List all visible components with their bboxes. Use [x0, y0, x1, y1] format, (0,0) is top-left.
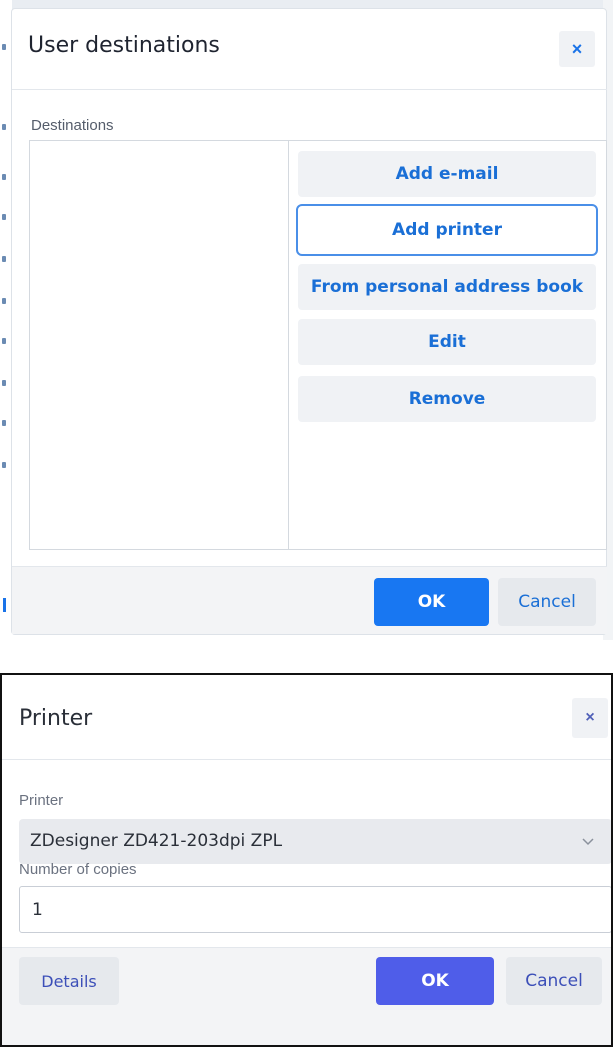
close-button[interactable]: × [559, 31, 595, 67]
cancel-button[interactable]: Cancel [506, 957, 602, 1005]
header-divider [2, 759, 611, 760]
background-mark [2, 380, 6, 386]
printer-select[interactable]: ZDesigner ZD421-203dpi ZPL [19, 819, 611, 864]
remove-button[interactable]: Remove [298, 376, 596, 422]
background-mark [2, 214, 6, 220]
add-printer-button[interactable]: Add printer [296, 204, 598, 256]
chevron-down-icon [582, 838, 594, 846]
destinations-list[interactable] [30, 141, 289, 549]
header-divider [12, 89, 607, 90]
background-mark [2, 256, 6, 262]
edit-button[interactable]: Edit [298, 319, 596, 365]
background-mark [2, 124, 6, 130]
dialog-title: User destinations [28, 33, 220, 58]
cancel-button[interactable]: Cancel [498, 578, 596, 626]
ok-button[interactable]: OK [374, 578, 489, 626]
copies-label: Number of copies [19, 861, 137, 878]
ok-button[interactable]: OK [376, 957, 494, 1005]
background-mark [3, 598, 6, 612]
background-mark [2, 420, 6, 426]
background-mark [2, 44, 6, 50]
background-mark [2, 174, 6, 180]
destinations-label: Destinations [31, 117, 114, 134]
background-mark [2, 298, 6, 304]
printer-label: Printer [19, 792, 64, 809]
close-icon: × [585, 709, 595, 726]
dialog-title: Printer [19, 706, 93, 731]
background-mark [2, 462, 6, 468]
close-button[interactable]: × [572, 698, 608, 738]
add-email-button[interactable]: Add e-mail [298, 151, 596, 197]
close-icon: × [571, 38, 583, 59]
printer-select-value: ZDesigner ZD421-203dpi ZPL [30, 831, 283, 851]
printer-dialog: Printer × Printer ZDesigner ZD421-203dpi… [0, 673, 613, 1047]
copies-input[interactable]: 1 [19, 886, 611, 933]
details-button[interactable]: Details [19, 957, 119, 1005]
user-destinations-dialog-screen: User destinations × Destinations Add e-m… [0, 0, 613, 640]
background-mark [2, 338, 6, 344]
from-address-book-button[interactable]: From personal address book [298, 264, 596, 310]
